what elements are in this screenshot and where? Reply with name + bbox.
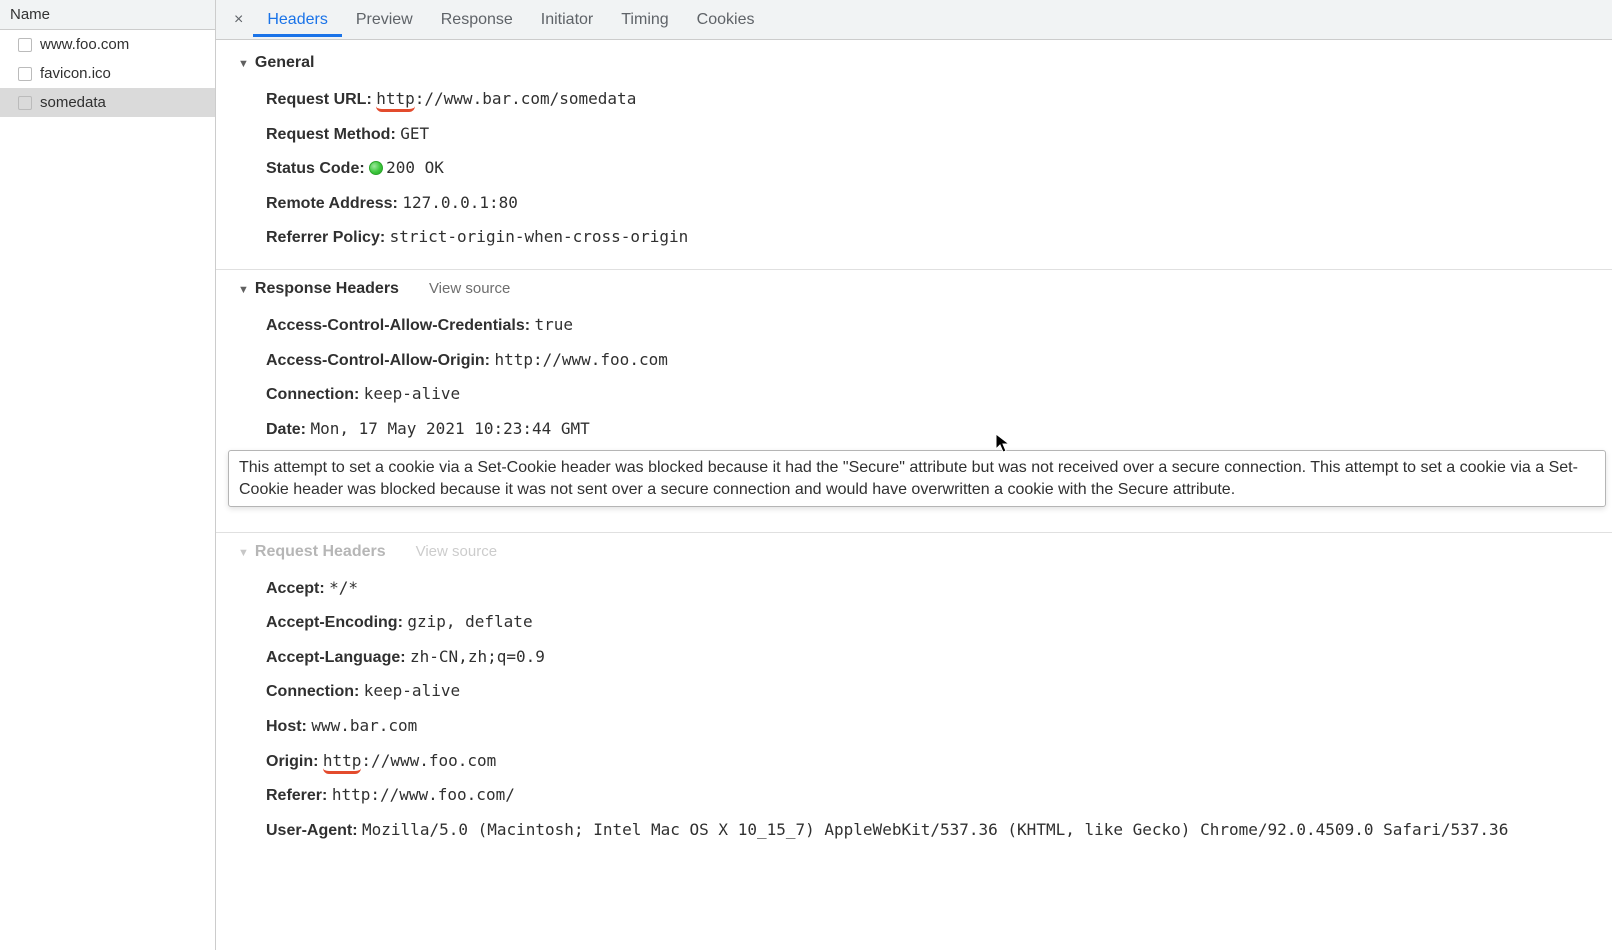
header-key: Origin: — [266, 753, 323, 770]
request-item[interactable]: www.foo.com — [0, 30, 215, 59]
tab-headers[interactable]: Headers — [253, 2, 341, 37]
header-value: keep-alive — [364, 681, 460, 700]
header-row: Accept-Language: zh-CN,zh;q=0.9 — [266, 640, 1594, 675]
request-name: www.foo.com — [40, 36, 129, 53]
header-row: Origin: http://www.foo.com — [266, 744, 1594, 779]
cookie-warning-tooltip: This attempt to set a cookie via a Set-C… — [228, 450, 1606, 507]
status-dot-icon — [369, 161, 383, 175]
header-row: Status Code: 200 OK — [266, 151, 1594, 186]
header-row: Host: www.bar.com — [266, 709, 1594, 744]
header-row: Connection: keep-alive — [266, 674, 1594, 709]
tab-preview[interactable]: Preview — [342, 2, 427, 37]
header-value: 200 OK — [386, 158, 444, 177]
request-detail-main: × HeadersPreviewResponseInitiatorTimingC… — [216, 0, 1612, 950]
header-value: */* — [329, 578, 358, 597]
header-value: keep-alive — [364, 384, 460, 403]
header-value: 127.0.0.1:80 — [402, 193, 518, 212]
tab-response[interactable]: Response — [427, 2, 527, 37]
header-key: Host: — [266, 718, 311, 735]
file-icon — [18, 38, 32, 52]
header-row: Connection: keep-alive — [266, 377, 1594, 412]
header-value: gzip, deflate — [407, 612, 532, 631]
header-row: Request URL: http://www.bar.com/somedata — [266, 82, 1594, 117]
header-key: Referer: — [266, 787, 332, 804]
request-list-sidebar: Name www.foo.com favicon.ico somedata — [0, 0, 216, 950]
request-list: www.foo.com favicon.ico somedata — [0, 30, 215, 117]
response-headers-heading[interactable]: ▼ Response Headers View source — [238, 280, 1594, 298]
header-row: Request Method: GET — [266, 117, 1594, 152]
header-row: Access-Control-Allow-Origin: http://www.… — [266, 343, 1594, 378]
tab-initiator[interactable]: Initiator — [527, 2, 607, 37]
header-key: Status Code: — [266, 160, 369, 177]
header-row: Date: Mon, 17 May 2021 10:23:44 GMT — [266, 412, 1594, 447]
header-key: Accept: — [266, 580, 329, 597]
header-key: Connection: — [266, 683, 364, 700]
header-value: http://www.foo.com/ — [332, 785, 515, 804]
section-request-headers: ▼ Request Headers View source Accept: */*… — [216, 533, 1612, 862]
file-icon — [18, 67, 32, 81]
header-key: User-Agent: — [266, 822, 362, 839]
chevron-down-icon: ▼ — [238, 58, 249, 70]
view-source-link[interactable]: View source — [429, 280, 510, 297]
general-title-text: General — [255, 54, 315, 71]
header-value: Mon, 17 May 2021 10:23:44 GMT — [310, 419, 589, 438]
header-key: Remote Address: — [266, 195, 402, 212]
detail-tabbar: × HeadersPreviewResponseInitiatorTimingC… — [216, 0, 1612, 40]
header-row: Remote Address: 127.0.0.1:80 — [266, 186, 1594, 221]
header-key: Connection: — [266, 386, 364, 403]
request-name: favicon.ico — [40, 65, 111, 82]
header-key: Access-Control-Allow-Credentials: — [266, 317, 534, 334]
close-icon[interactable]: × — [224, 11, 253, 29]
header-key: Accept-Language: — [266, 649, 410, 666]
header-key: Referrer Policy: — [266, 229, 390, 246]
response-headers-title-text: Response Headers — [255, 280, 399, 297]
sidebar-column-name[interactable]: Name — [0, 0, 215, 30]
header-value: GET — [400, 124, 429, 143]
chevron-down-icon: ▼ — [238, 547, 249, 559]
section-general: ▼ General Request URL: http://www.bar.com… — [216, 44, 1612, 270]
header-value: http://www.bar.com/somedata — [376, 89, 636, 112]
request-name: somedata — [40, 94, 106, 111]
request-headers-title-text: Request Headers — [255, 543, 386, 560]
header-key: Access-Control-Allow-Origin: — [266, 352, 494, 369]
header-key: Accept-Encoding: — [266, 614, 407, 631]
view-source-link[interactable]: View source — [416, 543, 497, 560]
devtools-network-panel: Name www.foo.com favicon.ico somedata × He… — [0, 0, 1612, 950]
header-row: Accept: */* — [266, 571, 1594, 606]
header-key: Request URL: — [266, 91, 376, 108]
tab-cookies[interactable]: Cookies — [683, 2, 769, 37]
header-row: User-Agent: Mozilla/5.0 (Macintosh; Inte… — [266, 813, 1594, 848]
header-value: Mozilla/5.0 (Macintosh; Intel Mac OS X 1… — [362, 820, 1508, 839]
header-key: Date: — [266, 421, 310, 438]
header-value: true — [534, 315, 573, 334]
header-value: www.bar.com — [311, 716, 417, 735]
general-rows: Request URL: http://www.bar.com/somedata… — [238, 82, 1594, 255]
header-value: http://www.foo.com — [494, 350, 667, 369]
request-item[interactable]: somedata — [0, 88, 215, 117]
header-value: http://www.foo.com — [323, 751, 496, 774]
header-row: Referrer Policy: strict-origin-when-cros… — [266, 220, 1594, 255]
general-heading[interactable]: ▼ General — [238, 54, 1594, 72]
request-headers-heading[interactable]: ▼ Request Headers View source — [238, 543, 1594, 561]
header-row: Access-Control-Allow-Credentials: true — [266, 308, 1594, 343]
request-header-rows: Accept: */*Accept-Encoding: gzip, deflat… — [238, 571, 1594, 848]
tab-timing[interactable]: Timing — [607, 2, 682, 37]
file-icon — [18, 96, 32, 110]
request-item[interactable]: favicon.ico — [0, 59, 215, 88]
header-row: Accept-Encoding: gzip, deflate — [266, 605, 1594, 640]
header-value: zh-CN,zh;q=0.9 — [410, 647, 545, 666]
chevron-down-icon: ▼ — [238, 284, 249, 296]
header-row: Referer: http://www.foo.com/ — [266, 778, 1594, 813]
header-key: Request Method: — [266, 126, 400, 143]
header-value: strict-origin-when-cross-origin — [390, 227, 689, 246]
